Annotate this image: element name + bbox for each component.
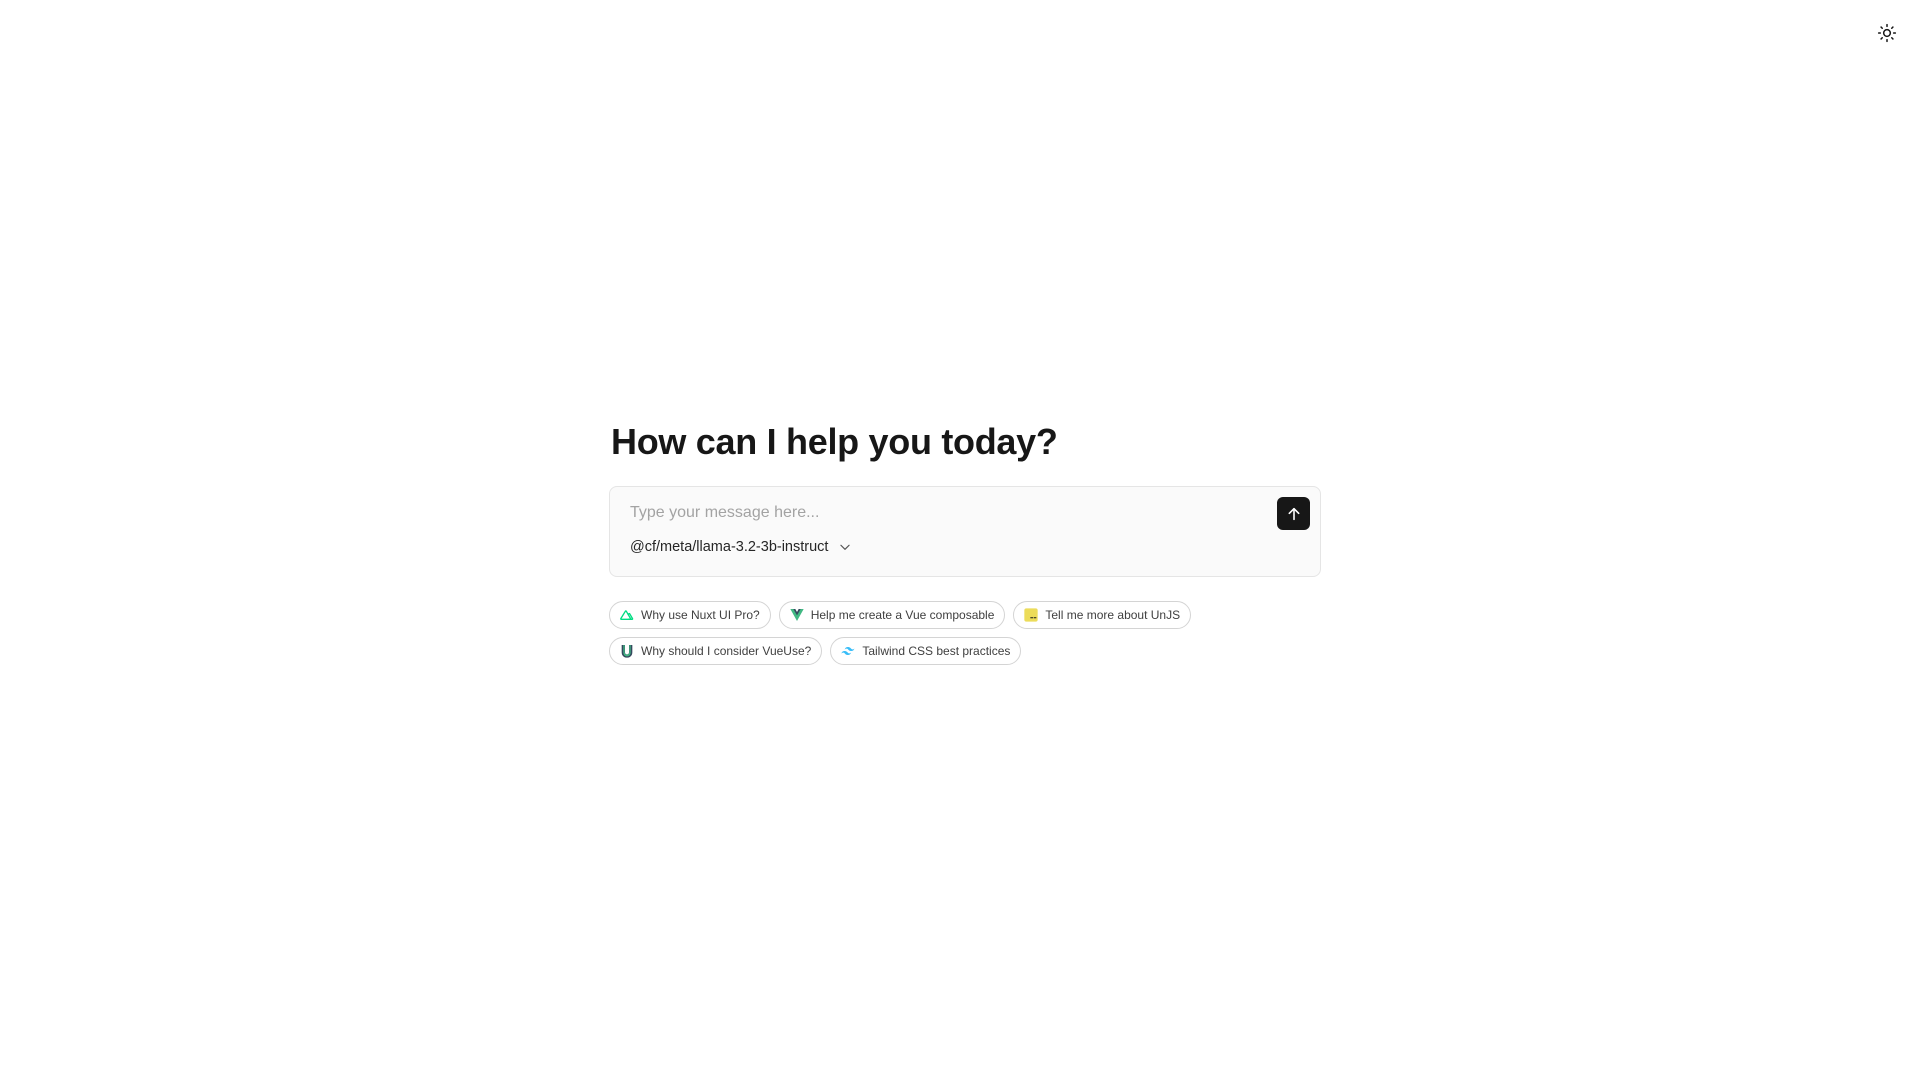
- arrow-up-icon: [1286, 506, 1302, 522]
- suggestion-list: Why use Nuxt UI Pro? Help me create a Vu…: [609, 601, 1321, 665]
- nuxt-icon: [619, 607, 635, 623]
- theme-toggle-button[interactable]: [1872, 18, 1902, 48]
- model-select[interactable]: @cf/meta/llama-3.2-3b-instruct: [630, 539, 852, 555]
- tailwind-icon: [840, 643, 856, 659]
- vue-icon: [789, 607, 805, 623]
- suggestion-label: Tell me more about UnJS: [1045, 608, 1181, 622]
- message-composer: @cf/meta/llama-3.2-3b-instruct: [609, 486, 1321, 577]
- suggestion-label: Tailwind CSS best practices: [862, 644, 1011, 658]
- suggestion-chip-nuxt-ui-pro[interactable]: Why use Nuxt UI Pro?: [609, 601, 771, 629]
- suggestion-label: Why use Nuxt UI Pro?: [641, 608, 760, 622]
- chat-start-panel: How can I help you today? @cf/meta/llama…: [609, 418, 1321, 665]
- page: How can I help you today? @cf/meta/llama…: [0, 0, 1920, 1080]
- suggestion-chip-tailwind[interactable]: Tailwind CSS best practices: [830, 637, 1022, 665]
- send-button[interactable]: [1277, 497, 1310, 530]
- message-input[interactable]: [630, 501, 1250, 525]
- chevron-down-icon: [838, 540, 852, 554]
- sun-icon: [1877, 23, 1897, 43]
- suggestion-chip-unjs[interactable]: Tell me more about UnJS: [1013, 601, 1192, 629]
- suggestion-label: Help me create a Vue composable: [810, 608, 995, 622]
- suggestion-label: Why should I consider VueUse?: [641, 644, 812, 658]
- vueuse-icon: [619, 643, 635, 659]
- unjs-icon: [1023, 607, 1039, 623]
- model-select-value: @cf/meta/llama-3.2-3b-instruct: [630, 539, 829, 555]
- suggestion-chip-vueuse[interactable]: Why should I consider VueUse?: [609, 637, 823, 665]
- suggestion-chip-vue-composable[interactable]: Help me create a Vue composable: [778, 601, 1006, 629]
- page-title: How can I help you today?: [611, 421, 1058, 462]
